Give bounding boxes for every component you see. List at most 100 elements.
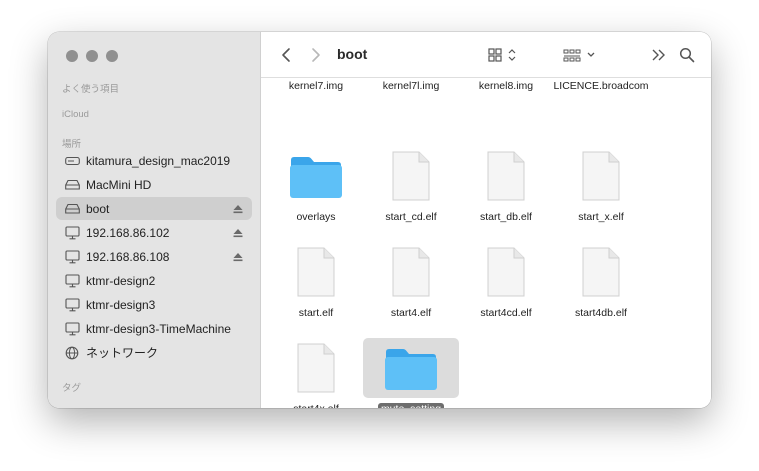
file-name: start_db.elf — [480, 211, 532, 223]
search-button[interactable] — [677, 45, 697, 65]
sidebar-item[interactable]: 192.168.86.102 — [56, 221, 252, 244]
globe-icon — [64, 345, 80, 361]
sidebar-item[interactable]: ネットワーク — [56, 341, 252, 364]
network-display-icon — [64, 249, 80, 265]
window-controls — [66, 50, 118, 62]
file-item[interactable]: start4.elf — [363, 242, 459, 321]
icon-grid-icon — [488, 48, 516, 62]
sidebar-item[interactable]: ktmr-design2 — [56, 269, 252, 292]
document-icon — [268, 338, 364, 398]
chevron-left-icon — [282, 48, 290, 62]
file-name: start4cd.elf — [480, 307, 532, 319]
document-icon — [458, 146, 554, 206]
section-locations: 場所 — [62, 139, 82, 150]
finder-window: よく使う項目 iCloud 場所 kitamura_design_mac2019… — [48, 32, 711, 408]
folder-icon — [290, 157, 342, 198]
toolbar: boot — [261, 32, 711, 78]
computer-icon — [64, 273, 80, 289]
close-button[interactable] — [66, 50, 78, 62]
sidebar-item[interactable]: kitamura_design_mac2019 — [56, 149, 252, 172]
file-item[interactable]: LICENCE.broadcom — [553, 78, 649, 94]
group-list-icon — [563, 49, 595, 62]
document-icon — [582, 247, 620, 297]
sidebar-item[interactable]: ktmr-design3-TimeMachine — [56, 317, 252, 340]
file-item[interactable]: kernel7l.img — [363, 78, 459, 94]
file-name: start_cd.elf — [385, 211, 437, 223]
file-name: overlays — [296, 211, 336, 223]
chevron-right-icon — [312, 48, 320, 62]
folder-item[interactable]: mute_setting — [363, 338, 459, 408]
document-icon — [582, 151, 620, 201]
document-icon — [553, 242, 649, 302]
sidebar-item[interactable]: 192.168.86.108 — [56, 245, 252, 268]
eject-icon[interactable] — [232, 226, 244, 238]
sidebar: よく使う項目 iCloud 場所 kitamura_design_mac2019… — [48, 32, 261, 408]
computer-icon — [64, 321, 80, 337]
file-name: start.elf — [298, 307, 334, 319]
file-item[interactable]: start4cd.elf — [458, 242, 554, 321]
folder-item[interactable]: overlays — [268, 146, 364, 225]
file-item[interactable]: kernel8.img — [458, 78, 554, 94]
document-icon — [487, 247, 525, 297]
internal-drive-icon — [64, 153, 80, 169]
external-drive-icon — [64, 201, 80, 217]
document-icon — [363, 242, 459, 302]
search-icon — [679, 47, 695, 63]
file-item[interactable]: start4x.elf — [268, 338, 364, 408]
document-icon — [268, 242, 364, 302]
forward-button[interactable] — [309, 46, 323, 64]
folder-icon — [268, 146, 364, 206]
sidebar-item-label: ktmr-design2 — [86, 273, 156, 288]
section-favorites: よく使う項目 — [62, 84, 120, 95]
sidebar-item-label: ネットワーク — [86, 346, 159, 360]
more-toolbar-button[interactable] — [649, 46, 667, 64]
folder-icon — [363, 338, 459, 398]
document-icon — [297, 343, 335, 393]
sidebar-item[interactable]: MacMini HD — [56, 173, 252, 196]
double-chevron-right-icon — [652, 49, 665, 61]
file-name: kernel7.img — [288, 80, 344, 92]
minimize-button[interactable] — [86, 50, 98, 62]
external-drive-icon — [64, 177, 80, 193]
sidebar-item-label: 192.168.86.108 — [86, 249, 170, 264]
section-tags: タグ — [62, 383, 82, 394]
eject-icon[interactable] — [232, 202, 244, 214]
file-item[interactable]: kernel7.img — [268, 78, 364, 94]
computer-icon — [64, 297, 80, 313]
document-icon — [458, 242, 554, 302]
folder-icon — [385, 349, 437, 390]
file-item[interactable]: start4db.elf — [553, 242, 649, 321]
document-icon — [297, 247, 335, 297]
file-name: start4.elf — [390, 307, 432, 319]
sidebar-item-label: kitamura_design_mac2019 — [86, 153, 231, 168]
sidebar-item-label: ktmr-design3 — [86, 297, 156, 312]
sidebar-item[interactable]: ktmr-design3 — [56, 293, 252, 316]
file-item[interactable]: start.elf — [268, 242, 364, 321]
section-icloud: iCloud — [62, 109, 89, 120]
file-name: LICENCE.broadcom — [553, 80, 649, 92]
document-icon — [392, 247, 430, 297]
file-name: mute_setting — [377, 403, 445, 408]
view-mode-button[interactable] — [487, 45, 521, 65]
group-button[interactable] — [561, 45, 601, 65]
eject-icon[interactable] — [232, 250, 244, 262]
file-item[interactable]: start_cd.elf — [363, 146, 459, 225]
file-name: kernel7l.img — [382, 80, 440, 92]
document-icon — [487, 151, 525, 201]
window-title: boot — [337, 46, 368, 62]
document-icon — [392, 151, 430, 201]
file-item[interactable]: start_db.elf — [458, 146, 554, 225]
sidebar-item-label: boot — [86, 201, 110, 216]
back-button[interactable] — [279, 46, 293, 64]
sidebar-item-label: 192.168.86.102 — [86, 225, 170, 240]
file-item[interactable]: start_x.elf — [553, 146, 649, 225]
document-icon — [363, 146, 459, 206]
file-name: kernel8.img — [478, 80, 534, 92]
file-name: start4db.elf — [575, 307, 627, 319]
sidebar-item[interactable]: boot — [56, 197, 252, 220]
document-icon — [553, 146, 649, 206]
file-name: start_x.elf — [578, 211, 624, 223]
file-name: start4x.elf — [293, 403, 339, 408]
zoom-button[interactable] — [106, 50, 118, 62]
sidebar-item-label: MacMini HD — [86, 177, 152, 192]
